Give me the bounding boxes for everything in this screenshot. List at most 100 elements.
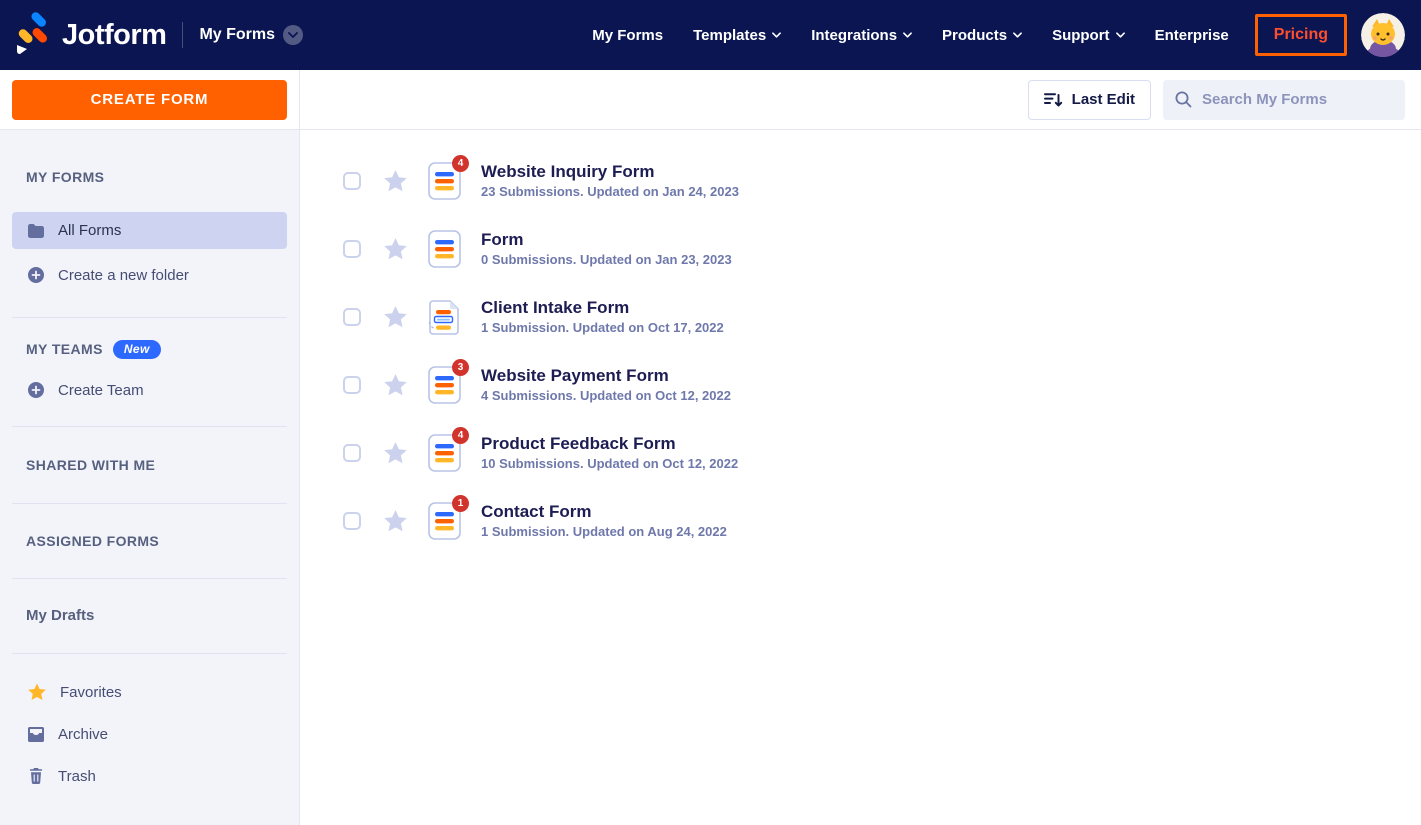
form-checkbox[interactable] [343,444,361,462]
plus-circle-icon [28,267,44,283]
nav-item-label: My Forms [592,26,664,44]
nav-links: My Forms Templates Integrations Products… [592,27,1229,44]
navbar-divider [182,22,184,48]
plus-circle-icon [28,382,44,398]
nav-item-support[interactable]: Support [1052,27,1125,44]
favorite-star-icon[interactable] [384,306,407,328]
chevron-down-icon [283,25,304,45]
sidebar-item-label: Trash [58,767,96,785]
context-label: My Forms [199,26,276,43]
chevron-down-icon [903,32,912,38]
folder-icon [28,223,44,239]
shared-with-me-label: SHARED WITH ME [26,457,156,473]
my-teams-header-label: MY TEAMS [26,341,103,357]
shared-with-me-header[interactable]: SHARED WITH ME [26,455,273,475]
form-row[interactable]: 4 Product Feedback Form 10 Submissions. … [343,419,1421,487]
form-row[interactable]: Form 0 Submissions. Updated on Jan 23, 2… [343,215,1421,283]
list-toolbar: Last Edit [300,70,1421,130]
nav-item-label: Integrations [811,26,898,44]
form-title: Product Feedback Form [481,433,676,453]
form-row[interactable]: 3 Website Payment Form 4 Submissions. Up… [343,351,1421,419]
form-subtitle: 0 Submissions. Updated on Jan 23, 2023 [481,252,732,268]
pricing-button[interactable]: Pricing [1254,14,1347,56]
chevron-down-icon [1013,32,1022,38]
nav-item-label: Enterprise [1154,26,1229,44]
form-title: Contact Form [481,501,592,521]
favorite-star-icon[interactable] [384,238,407,260]
chevron-down-icon [1115,32,1125,38]
form-row[interactable]: 4 Website Inquiry Form 23 Submissions. U… [343,147,1421,215]
form-subtitle: 23 Submissions. Updated on Jan 24, 2023 [481,184,739,200]
search-input[interactable] [1202,91,1393,108]
sidebar-item-label: Create Team [58,381,144,399]
sidebar-divider [12,317,287,318]
nav-item-label: Templates [693,26,767,44]
sidebar-item-all-forms[interactable]: All Forms [12,212,287,249]
sidebar-item-label: Favorites [60,683,122,701]
chevron-down-icon [772,32,782,38]
nav-item-my-forms[interactable]: My Forms [592,27,663,44]
search-icon [1175,91,1192,108]
sort-button-label: Last Edit [1071,91,1135,108]
form-checkbox[interactable] [343,240,361,258]
context-switcher[interactable]: My Forms [199,25,304,45]
form-title: Client Intake Form [481,297,630,317]
my-forms-header: MY FORMS [26,168,273,186]
sidebar-item-archive[interactable]: Archive [12,716,287,752]
nav-item-label: Support [1052,26,1110,44]
nav-item-templates[interactable]: Templates [693,26,782,44]
my-drafts-label: My Drafts [26,606,95,624]
form-title: Website Inquiry Form [481,161,655,181]
submission-count-badge: 4 [452,155,469,172]
form-subtitle: 1 Submission. Updated on Aug 24, 2022 [481,524,727,540]
jotform-logo-icon [14,11,56,59]
sidebar: CREATE FORM MY FORMS All Forms Create a … [0,70,300,825]
submission-count-badge: 4 [452,427,469,444]
jotform-logo[interactable]: Jotform [14,11,167,59]
main-panel: Last Edit 4 Website Inquiry [300,70,1421,825]
card-form-icon [428,300,459,335]
form-checkbox[interactable] [343,512,361,530]
sidebar-item-label: All Forms [58,222,122,239]
star-icon [28,683,46,701]
archive-icon [28,726,44,742]
sidebar-divider [12,503,287,504]
form-row[interactable]: Client Intake Form 1 Submission. Updated… [343,283,1421,351]
nav-item-label: Products [942,26,1008,44]
my-forms-header-label: MY FORMS [26,169,105,185]
form-subtitle: 4 Submissions. Updated on Oct 12, 2022 [481,388,731,404]
favorite-star-icon[interactable] [384,374,407,396]
sidebar-top: CREATE FORM [0,70,299,130]
form-row[interactable]: 1 Contact Form 1 Submission. Updated on … [343,487,1421,555]
user-avatar[interactable] [1361,13,1405,57]
sidebar-item-my-drafts[interactable]: My Drafts [26,605,273,625]
submission-count-badge: 1 [452,495,469,512]
top-navbar: Jotform My Forms My Forms Templates Inte… [0,0,1421,70]
sidebar-item-label: Archive [58,725,109,743]
favorite-star-icon[interactable] [384,442,407,464]
brand-wordmark: Jotform [62,18,167,51]
favorite-star-icon[interactable] [384,170,407,192]
form-checkbox[interactable] [343,172,361,190]
form-checkbox[interactable] [343,308,361,326]
create-form-button[interactable]: CREATE FORM [12,79,287,120]
favorite-star-icon[interactable] [384,510,407,532]
sidebar-item-trash[interactable]: Trash [12,758,287,794]
nav-item-products[interactable]: Products [942,27,1022,44]
sidebar-item-create-team[interactable]: Create Team [12,372,287,408]
submission-count-badge: 3 [452,359,469,376]
sort-button[interactable]: Last Edit [1027,79,1151,120]
form-subtitle: 10 Submissions. Updated on Oct 12, 2022 [481,456,739,472]
form-list: 4 Website Inquiry Form 23 Submissions. U… [300,130,1421,555]
trash-icon [28,768,44,784]
nav-item-enterprise[interactable]: Enterprise [1155,27,1229,44]
sidebar-divider [12,578,287,579]
my-teams-header: MY TEAMS New [26,338,273,360]
sidebar-divider [12,426,287,427]
nav-item-integrations[interactable]: Integrations [811,27,912,44]
sidebar-item-favorites[interactable]: Favorites [12,674,287,710]
form-checkbox[interactable] [343,376,361,394]
form-subtitle: 1 Submission. Updated on Oct 17, 2022 [481,320,724,336]
sidebar-item-create-folder[interactable]: Create a new folder [12,257,287,293]
assigned-forms-header[interactable]: ASSIGNED FORMS [26,531,273,551]
